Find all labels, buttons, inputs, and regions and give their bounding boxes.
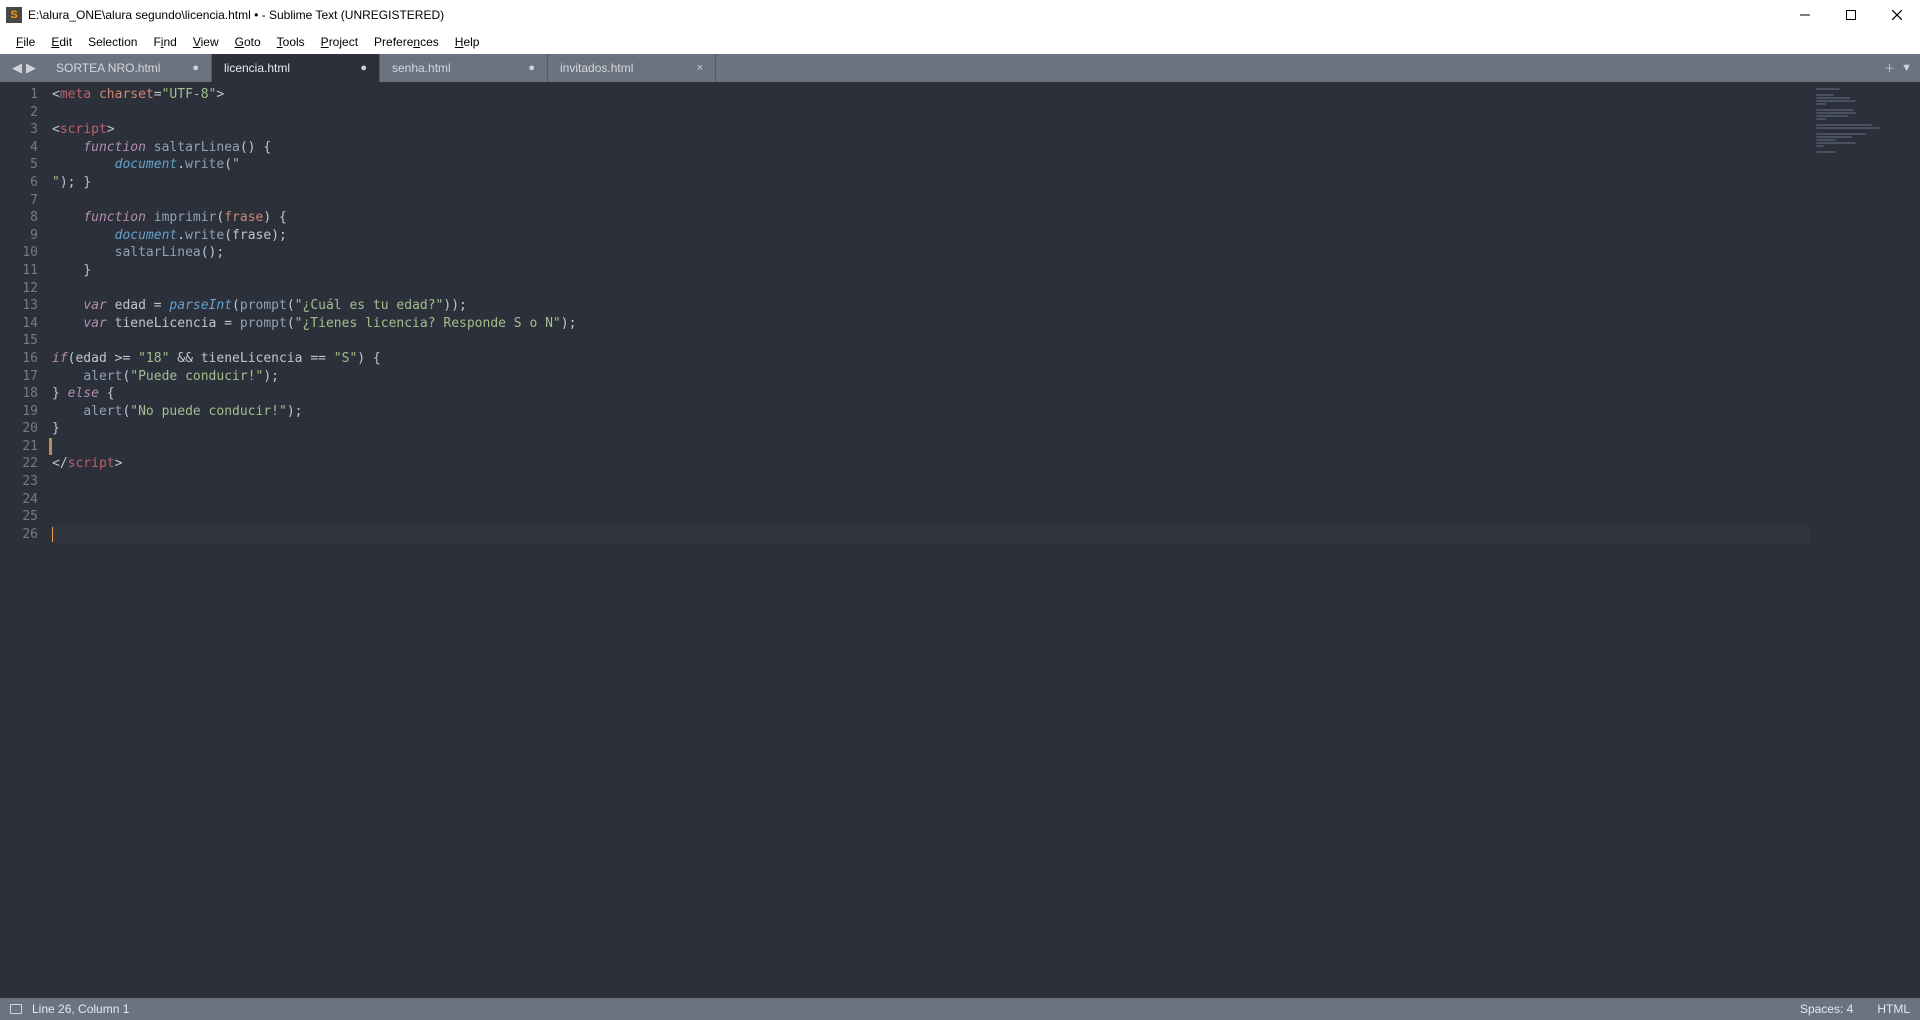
window-title: E:\alura_ONE\alura segundo\licencia.html…	[28, 8, 1782, 22]
tab-label: invitados.html	[560, 61, 633, 75]
editor: 1234567891011121314151617181920212223242…	[0, 82, 1920, 998]
dirty-dot-icon: ●	[360, 62, 367, 74]
tab-licencia[interactable]: licencia.html ●	[212, 54, 380, 82]
code-line[interactable]: document.write(frase);	[52, 227, 1810, 245]
menu-tools[interactable]: Tools	[269, 35, 313, 49]
code-line[interactable]: var tieneLicencia = prompt("¿Tienes lice…	[52, 315, 1810, 333]
code-line[interactable]: <script>	[52, 121, 1810, 139]
maximize-button[interactable]	[1828, 0, 1874, 30]
code-area[interactable]: <meta charset="UTF-8"> <script> function …	[52, 82, 1810, 998]
code-line[interactable]	[52, 491, 1810, 509]
code-line[interactable]: }	[52, 420, 1810, 438]
menu-file[interactable]: File	[8, 35, 43, 49]
maximize-icon	[1846, 10, 1856, 20]
code-line[interactable]: }	[52, 262, 1810, 280]
code-line[interactable]: alert("No puede conducir!");	[52, 403, 1810, 421]
code-line[interactable]	[52, 526, 1810, 544]
window-controls	[1782, 0, 1920, 30]
tab-senha[interactable]: senha.html ●	[380, 54, 548, 82]
new-tab-icon[interactable]: ＋	[1884, 60, 1895, 76]
code-line[interactable]: saltarLinea();	[52, 244, 1810, 262]
menu-find[interactable]: Find	[145, 35, 184, 49]
minimize-button[interactable]	[1782, 0, 1828, 30]
menu-goto[interactable]: Goto	[227, 35, 269, 49]
status-spaces[interactable]: Spaces: 4	[1800, 1002, 1853, 1016]
menu-edit[interactable]: Edit	[43, 35, 80, 49]
close-button[interactable]	[1874, 0, 1920, 30]
tab-nav-arrows: ◀ ▶	[4, 54, 44, 82]
dirty-dot-icon: ●	[192, 62, 199, 74]
tab-invitados[interactable]: invitados.html ×	[548, 54, 716, 82]
minimize-icon	[1800, 10, 1810, 20]
menu-selection[interactable]: Selection	[80, 35, 145, 49]
tab-close-icon[interactable]: ×	[697, 62, 703, 74]
menubar: File Edit Selection Find View Goto Tools…	[0, 30, 1920, 54]
tab-sortea[interactable]: SORTEA NRO.html ●	[44, 54, 212, 82]
tab-dropdown-icon[interactable]: ▼	[1901, 62, 1912, 74]
code-line[interactable]: function saltarLinea() {	[52, 139, 1810, 157]
minimap[interactable]	[1810, 82, 1920, 998]
status-syntax[interactable]: HTML	[1877, 1002, 1910, 1016]
menu-preferences[interactable]: Preferences	[366, 35, 447, 49]
code-line[interactable]	[52, 508, 1810, 526]
code-line[interactable]: } else {	[52, 385, 1810, 403]
tab-nav-fwd-icon[interactable]: ▶	[26, 60, 36, 76]
code-line[interactable]: function imprimir(frase) {	[52, 209, 1810, 227]
code-line[interactable]	[52, 438, 1810, 456]
menu-help[interactable]: Help	[447, 35, 488, 49]
code-line[interactable]	[52, 104, 1810, 122]
tabbar-right: ＋ ▼	[1878, 54, 1920, 82]
titlebar: S E:\alura_ONE\alura segundo\licencia.ht…	[0, 0, 1920, 30]
code-line[interactable]: var edad = parseInt(prompt("¿Cuál es tu …	[52, 297, 1810, 315]
menu-project[interactable]: Project	[313, 35, 366, 49]
tab-nav-back-icon[interactable]: ◀	[12, 60, 22, 76]
tab-label: senha.html	[392, 61, 451, 75]
code-line[interactable]: <meta charset="UTF-8">	[52, 86, 1810, 104]
code-line[interactable]	[52, 280, 1810, 298]
tabbar: ◀ ▶ SORTEA NRO.html ● licencia.html ● se…	[0, 54, 1920, 82]
code-line[interactable]: document.write("");	[52, 156, 1810, 174]
gutter: 1234567891011121314151617181920212223242…	[0, 82, 52, 998]
tab-label: licencia.html	[224, 61, 290, 75]
panel-toggle-icon[interactable]	[10, 1004, 22, 1014]
code-line[interactable]: }	[52, 174, 1810, 192]
code-line[interactable]: alert("Puede conducir!");	[52, 368, 1810, 386]
app-icon: S	[6, 7, 22, 23]
code-line[interactable]: </script>	[52, 455, 1810, 473]
statusbar: Line 26, Column 1 Spaces: 4 HTML	[0, 998, 1920, 1020]
code-line[interactable]	[52, 332, 1810, 350]
tab-label: SORTEA NRO.html	[56, 61, 160, 75]
code-line[interactable]	[52, 192, 1810, 210]
code-line[interactable]	[52, 473, 1810, 491]
menu-view[interactable]: View	[185, 35, 227, 49]
status-position[interactable]: Line 26, Column 1	[32, 1002, 129, 1016]
code-line[interactable]: if(edad >= "18" && tieneLicencia == "S")…	[52, 350, 1810, 368]
dirty-dot-icon: ●	[528, 62, 535, 74]
close-icon	[1892, 10, 1902, 20]
